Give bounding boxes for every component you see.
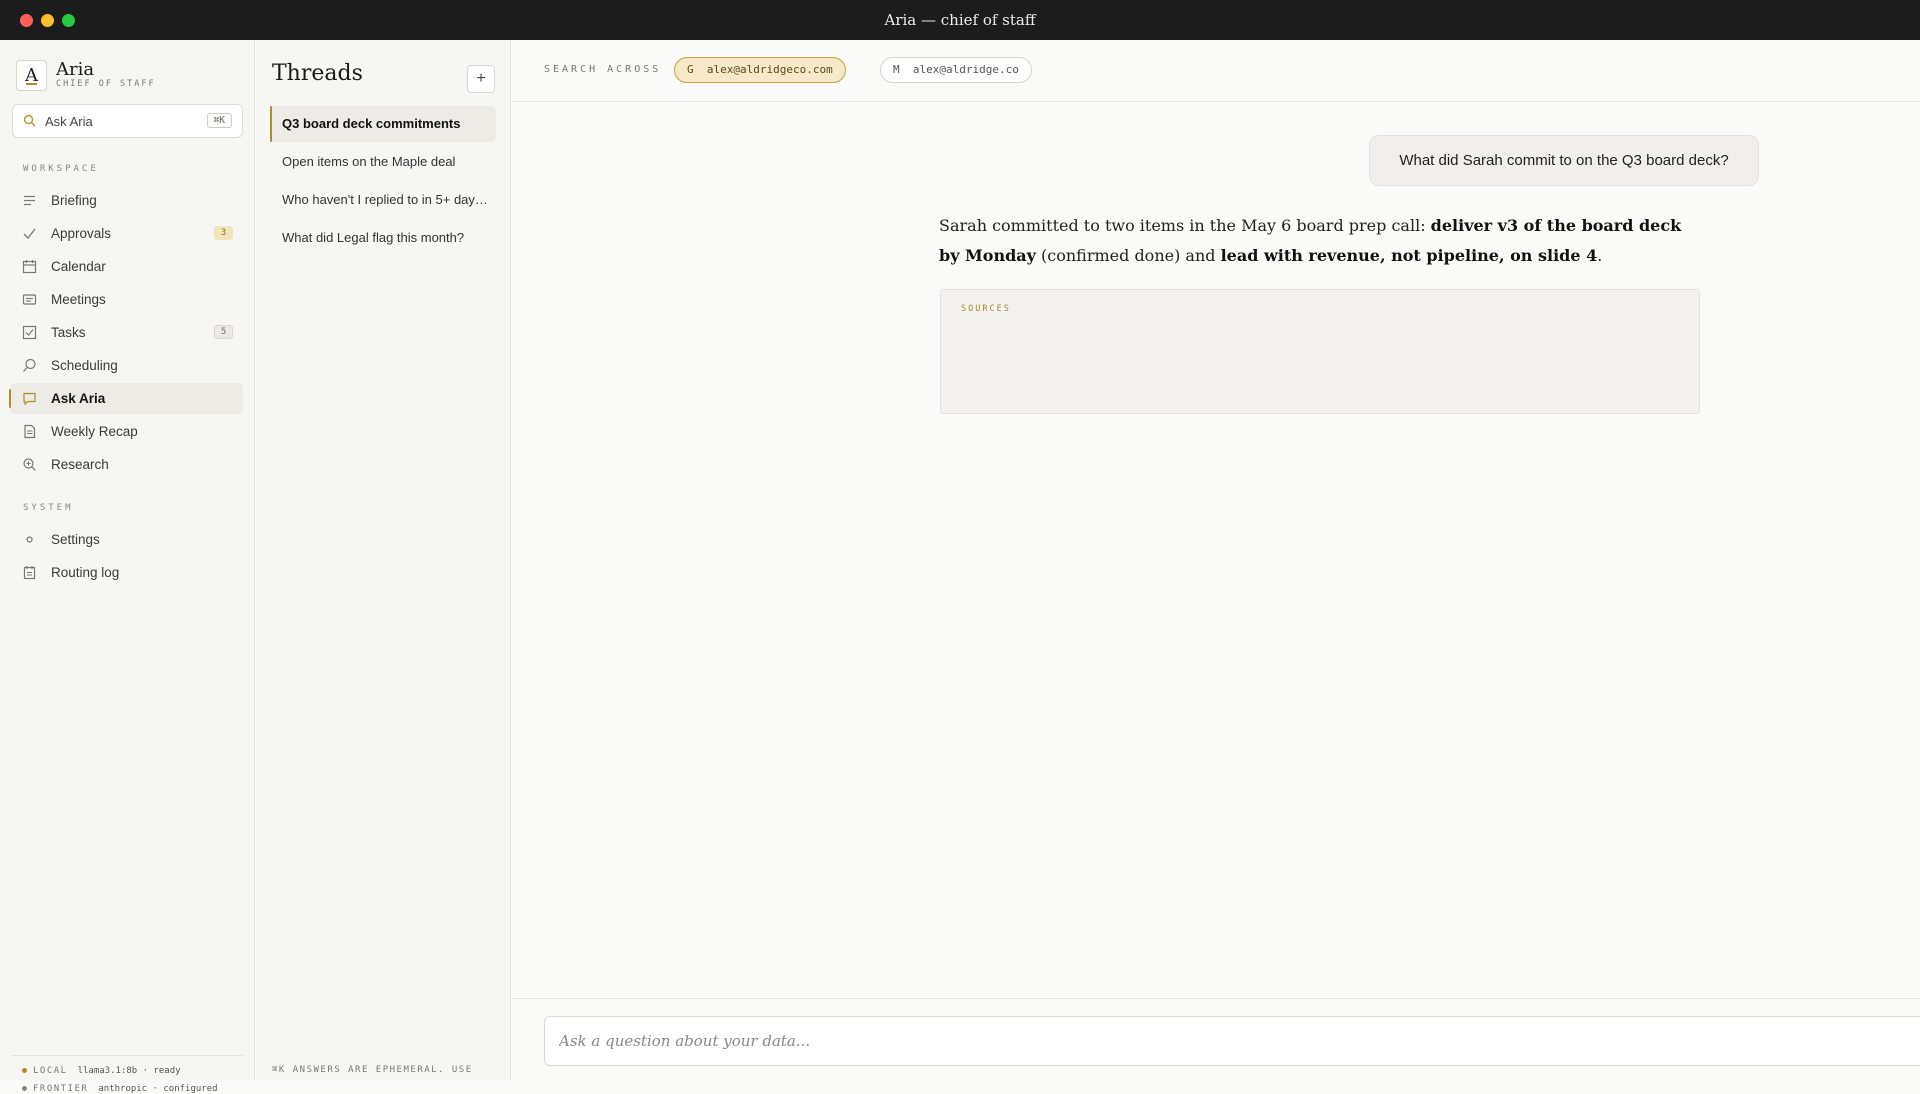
sidebar-item-label: Scheduling — [51, 358, 118, 373]
sidebar-item-label: Tasks — [51, 325, 86, 340]
title-bar: Aria — chief of staff — [0, 0, 1920, 40]
log-icon — [22, 565, 37, 580]
sidebar-item-scheduling[interactable]: Scheduling — [10, 350, 243, 381]
sidebar-item-settings[interactable]: Settings — [10, 524, 243, 555]
account-pill-google[interactable]: G alex@aldridgeco.com — [674, 57, 846, 83]
approvals-count-badge: 3 — [214, 226, 233, 240]
tasks-count-badge: 5 — [214, 325, 233, 339]
question-input[interactable] — [559, 1029, 1859, 1053]
sources-panel: SOURCES — [940, 289, 1700, 414]
check-icon — [22, 226, 37, 241]
sidebar: A Aria CHIEF OF STAFF Ask Aria ⌘K WORKSP… — [0, 40, 255, 1094]
status-dot-icon — [22, 1068, 27, 1073]
sidebar-item-label: Ask Aria — [51, 391, 106, 406]
local-model-status: LOCAL llama3.1:8b · ready — [22, 1066, 181, 1076]
sidebar-item-calendar[interactable]: Calendar — [10, 251, 243, 282]
magnifier-icon — [22, 457, 37, 472]
ephemeral-note: ⌘K ANSWERS ARE EPHEMERAL. USE — [272, 1065, 473, 1075]
thread-item[interactable]: Open items on the Maple deal — [270, 144, 496, 180]
search-across-label: SEARCH ACROSS — [544, 64, 662, 75]
sidebar-item-weekly-recap[interactable]: Weekly Recap — [10, 416, 243, 447]
sidebar-item-label: Routing log — [51, 565, 120, 580]
thread-item[interactable]: Who haven't I replied to in 5+ days? — [270, 182, 496, 218]
sidebar-item-label: Weekly Recap — [51, 424, 138, 439]
new-thread-button[interactable]: + — [467, 65, 495, 93]
sidebar-item-briefing[interactable]: Briefing — [10, 185, 243, 216]
sidebar-item-label: Settings — [51, 532, 100, 547]
brand-subtitle: CHIEF OF STAFF — [56, 79, 156, 89]
chat-icon — [22, 391, 37, 406]
workspace-section-label: WORKSPACE — [23, 164, 99, 174]
model-status-footer — [12, 1055, 243, 1056]
thread-label: Open items on the Maple deal — [282, 154, 456, 169]
search-placeholder: Ask Aria — [45, 114, 93, 129]
sidebar-item-label: Calendar — [51, 259, 106, 274]
ask-aria-search[interactable]: Ask Aria ⌘K — [12, 104, 243, 138]
sidebar-item-routing-log[interactable]: Routing log — [10, 557, 243, 588]
checkbox-icon — [22, 325, 37, 340]
sidebar-item-label: Approvals — [51, 226, 112, 241]
composer[interactable] — [544, 1016, 1920, 1066]
assistant-answer: Sarah committed to two items in the May … — [939, 216, 1682, 265]
thread-label: Q3 board deck commitments — [282, 116, 461, 131]
composer-divider — [512, 998, 1920, 999]
system-section-label: SYSTEM — [23, 503, 74, 513]
threads-pane: Threads + Q3 board deck commitments Open… — [256, 40, 511, 1080]
search-pin-icon — [22, 358, 37, 373]
calendar-icon — [22, 259, 37, 274]
sidebar-item-label: Research — [51, 457, 109, 472]
sidebar-item-ask-aria[interactable]: Ask Aria — [9, 383, 243, 414]
thread-item[interactable]: What did Legal flag this month? — [270, 220, 496, 256]
sources-label: SOURCES — [961, 304, 1011, 314]
lines-icon — [22, 193, 37, 208]
shortcut-badge: ⌘K — [206, 113, 232, 128]
dot-icon — [22, 532, 37, 547]
search-icon — [23, 114, 36, 132]
conversation-panel: SEARCH ACROSS G alex@aldridgeco.com M al… — [512, 40, 1920, 1080]
document-icon — [22, 424, 37, 439]
search-scope-bar: SEARCH ACROSS G alex@aldridgeco.com M al… — [512, 40, 1920, 102]
sidebar-item-label: Meetings — [51, 292, 106, 307]
frontier-model-status: FRONTIER anthropic · configured — [22, 1084, 218, 1094]
account-pill-mail[interactable]: M alex@aldridge.co — [880, 57, 1032, 83]
thread-label: Who haven't I replied to in 5+ days? — [282, 192, 488, 207]
user-question-bubble: What did Sarah commit to on the Q3 board… — [1369, 135, 1759, 186]
sidebar-item-label: Briefing — [51, 193, 97, 208]
threads-title: Threads — [272, 61, 363, 86]
sidebar-item-approvals[interactable]: Approvals 3 — [10, 218, 243, 249]
window-title: Aria — chief of staff — [884, 11, 1036, 29]
thread-item[interactable]: Q3 board deck commitments — [270, 106, 496, 142]
brand-name: Aria — [56, 59, 95, 80]
thread-label: What did Legal flag this month? — [282, 230, 465, 245]
brand-logo: A — [16, 60, 47, 91]
sidebar-item-meetings[interactable]: Meetings — [10, 284, 243, 315]
meetings-icon — [22, 292, 37, 307]
sidebar-item-research[interactable]: Research — [10, 449, 243, 480]
sidebar-item-tasks[interactable]: Tasks 5 — [10, 317, 243, 348]
status-dot-icon — [22, 1086, 27, 1091]
